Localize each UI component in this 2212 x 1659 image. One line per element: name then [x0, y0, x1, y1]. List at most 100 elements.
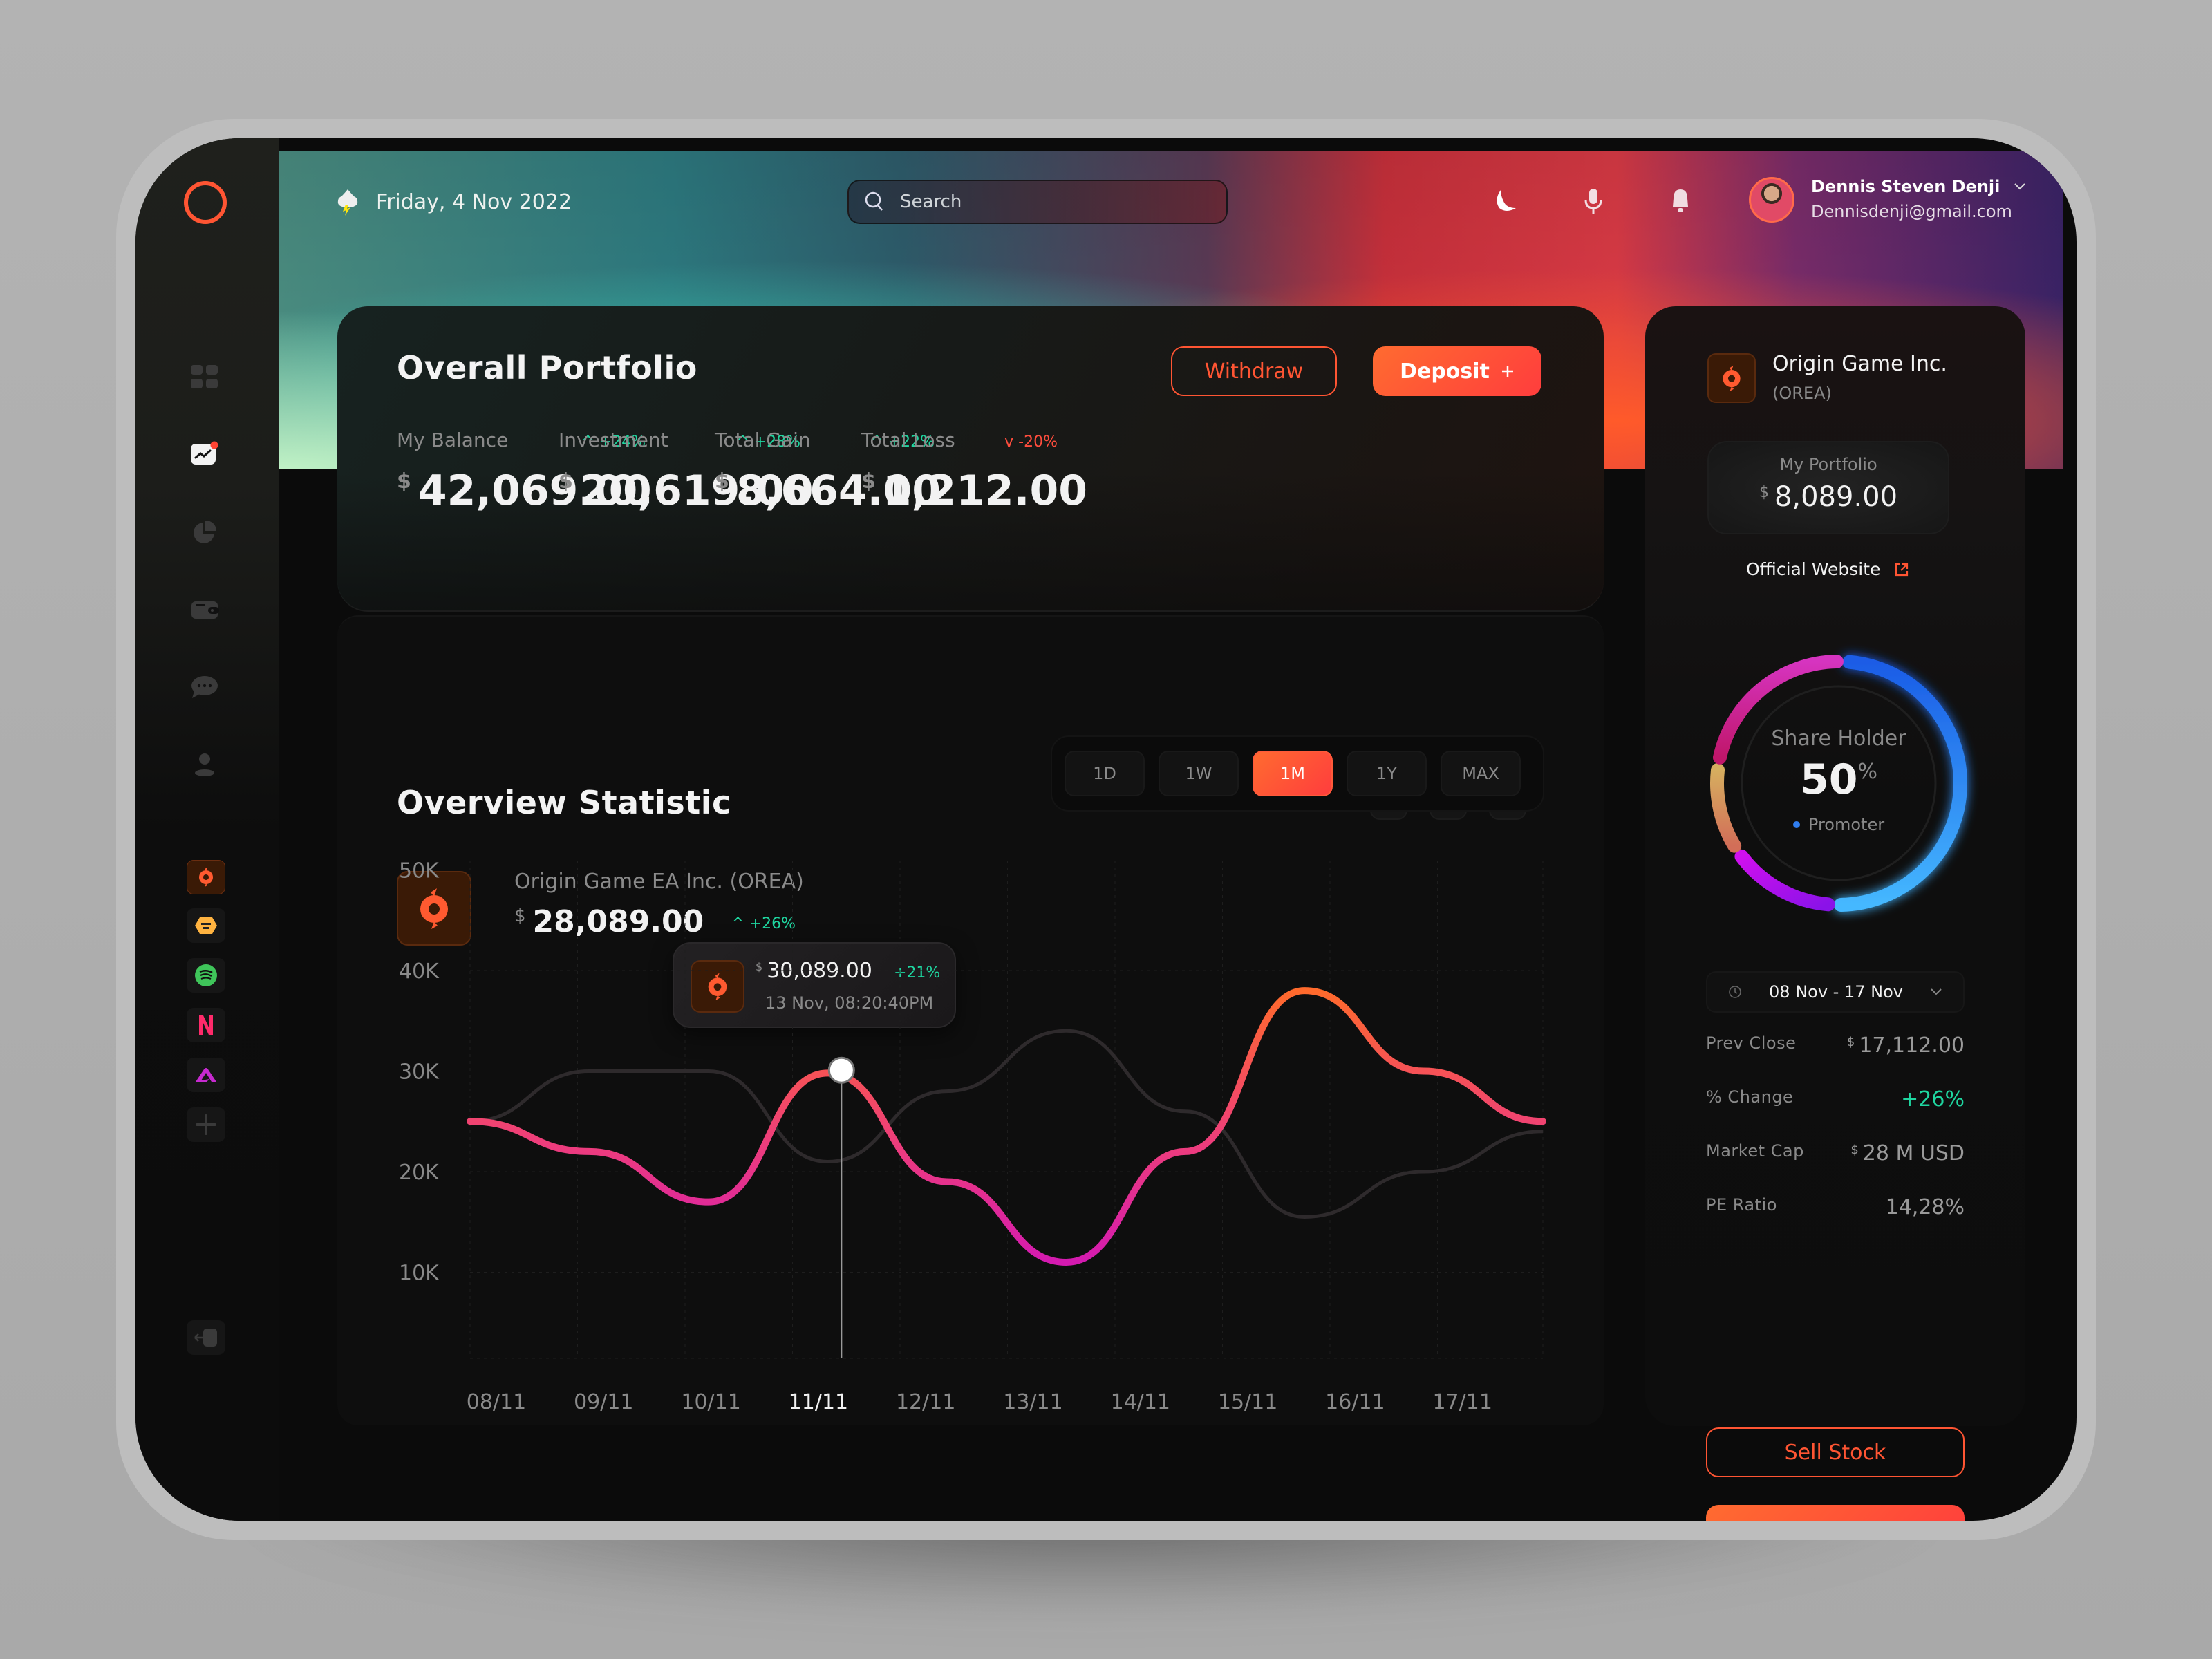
origin-icon — [199, 868, 213, 887]
wallet-icon — [191, 601, 219, 619]
company-logo — [1707, 353, 1756, 403]
moon-icon — [1497, 190, 1516, 211]
range-tab-1y[interactable]: 1Y — [1347, 751, 1427, 796]
donut-unit: % — [1857, 760, 1877, 784]
stock-stat-text: 14,28% — [1885, 1195, 1965, 1219]
spotify-icon — [195, 964, 217, 986]
dashboard-grid-icon — [191, 365, 218, 388]
user-email: Dennisdenji@gmail.com — [1811, 202, 2012, 221]
stock-stat-label: Prev Close — [1706, 1033, 1797, 1053]
search-bar[interactable] — [847, 180, 1228, 224]
app-arc[interactable] — [187, 1058, 225, 1092]
portfolio-value: 8,089.00 — [1774, 481, 1898, 513]
currency-symbol: $ — [1846, 1035, 1855, 1049]
sidebar-item-portfolio[interactable] — [189, 517, 220, 547]
stat-total-loss: Total Loss v -20% $1,212.00 — [861, 429, 1087, 515]
voice-button[interactable] — [1576, 184, 1611, 218]
origin-icon — [708, 973, 727, 1000]
app-screen: Friday, 4 Nov 2022 Dennis Steven Denji D… — [135, 138, 2077, 1521]
deposit-label: Deposit — [1400, 359, 1490, 384]
my-portfolio-label: My Portfolio — [1779, 455, 1877, 474]
logout-button[interactable] — [187, 1320, 225, 1355]
stock-stat-row: PE Ratio 14,28% — [1706, 1195, 1965, 1219]
currency-symbol: $ — [514, 906, 526, 926]
stock-stat-row: % Change +26% — [1706, 1087, 1965, 1112]
user-name: Dennis Steven Denji — [1811, 177, 2000, 196]
official-website-link[interactable]: Official Website — [1746, 559, 1909, 579]
user-avatar[interactable] — [1749, 177, 1794, 223]
bell-icon — [1673, 189, 1688, 212]
donut-legend: Promoter — [1687, 815, 1991, 834]
arc-icon — [196, 1068, 216, 1082]
stock-price: $ 28,089.00 ^ +26% — [514, 904, 796, 939]
notification-badge — [210, 441, 218, 449]
tooltip-time: 13 Nov, 08:20:40PM — [765, 993, 934, 1013]
sidebar-item-messages[interactable] — [189, 672, 220, 702]
stock-change-value: +26% — [749, 915, 796, 932]
stock-detail-card: Origin Game Inc. (OREA) My Portfolio $ 8… — [1645, 306, 2025, 1521]
dark-mode-toggle[interactable] — [1488, 184, 1522, 218]
stat-label: Total Gain — [715, 429, 811, 451]
stock-stat-text: +26% — [1901, 1087, 1965, 1112]
currency-symbol: $ — [1759, 484, 1769, 501]
stock-stat-label: Market Cap — [1706, 1141, 1804, 1161]
range-tab-max[interactable]: MAX — [1441, 751, 1521, 796]
stat-value: 1,212.00 — [882, 467, 1087, 515]
date-range-select[interactable]: 08 Nov - 17 Nov — [1706, 971, 1965, 1013]
tooltip-price: $30,089.00 — [756, 959, 872, 983]
buy-stock-button[interactable]: Buy Stock — [1706, 1505, 1965, 1521]
stock-stat-label: % Change — [1706, 1087, 1794, 1107]
add-app-button[interactable] — [187, 1107, 225, 1142]
official-website-label: Official Website — [1746, 559, 1881, 579]
donut-value: 50 % — [1687, 756, 1991, 804]
app-bumble[interactable] — [187, 908, 225, 943]
user-icon — [195, 753, 214, 776]
stat-label: Investment — [559, 429, 668, 451]
plus-icon — [1501, 366, 1513, 377]
stock-stat-value: 14,28% — [1886, 1195, 1965, 1219]
search-input[interactable] — [900, 191, 1177, 212]
stock-stat-row: Market Cap $28 M USD — [1706, 1141, 1965, 1165]
company-name: Origin Game Inc. — [1772, 352, 1947, 376]
range-tab-1d[interactable]: 1D — [1065, 751, 1145, 796]
bumble-icon — [195, 917, 217, 934]
company-ticker: (OREA) — [1772, 384, 1832, 403]
donut-percent: 50 — [1799, 756, 1858, 804]
user-menu[interactable]: Dennis Steven Denji Dennisdenji@gmail.co… — [1811, 177, 2026, 221]
sidebar-item-wallet[interactable] — [189, 594, 220, 625]
my-portfolio-box: My Portfolio $ 8,089.00 — [1707, 441, 1949, 534]
stock-change: ^ +26% — [731, 915, 796, 932]
chart-tooltip: $30,089.00 +21% 13 Nov, 08:20:40PM — [673, 942, 956, 1028]
deposit-button[interactable]: Deposit — [1373, 346, 1541, 396]
sidebar-item-dashboard[interactable] — [189, 362, 220, 393]
legend-dot — [1792, 821, 1800, 828]
sell-stock-button[interactable]: Sell Stock — [1706, 1427, 1965, 1477]
app-origin[interactable] — [187, 860, 225, 894]
netflix-icon — [199, 1015, 213, 1035]
stock-stat-value: $28 M USD — [1850, 1141, 1965, 1165]
donut-title: Share Holder — [1771, 727, 1906, 751]
sidebar-item-chart[interactable] — [189, 440, 220, 470]
chevron-down-icon — [1931, 988, 1942, 995]
stock-stat-value: +26% — [1901, 1087, 1965, 1112]
stock-stat-value: $17,112.00 — [1847, 1033, 1965, 1058]
range-tab-1w[interactable]: 1W — [1159, 751, 1239, 796]
app-logo[interactable] — [184, 181, 227, 224]
legend-label: Promoter — [1808, 815, 1885, 834]
app-spotify[interactable] — [187, 958, 225, 993]
sidebar-item-profile[interactable] — [189, 749, 220, 780]
origin-stock-logo — [397, 871, 471, 946]
tooltip-price-value: 30,089.00 — [767, 959, 872, 983]
app-netflix[interactable] — [187, 1008, 225, 1042]
stat-change: v -20% — [1004, 433, 1058, 451]
my-portfolio-value: $ 8,089.00 — [1709, 481, 1948, 513]
chevron-down-icon — [2014, 183, 2026, 190]
stock-stat-text: 28 M USD — [1862, 1141, 1965, 1165]
notifications-button[interactable] — [1663, 184, 1698, 218]
origin-icon — [420, 888, 448, 929]
clock-icon — [1729, 986, 1741, 998]
stat-label: My Balance — [397, 429, 509, 451]
withdraw-button[interactable]: Withdraw — [1171, 346, 1337, 396]
range-tab-1m[interactable]: 1M — [1253, 751, 1333, 796]
sidebar — [135, 138, 279, 1521]
